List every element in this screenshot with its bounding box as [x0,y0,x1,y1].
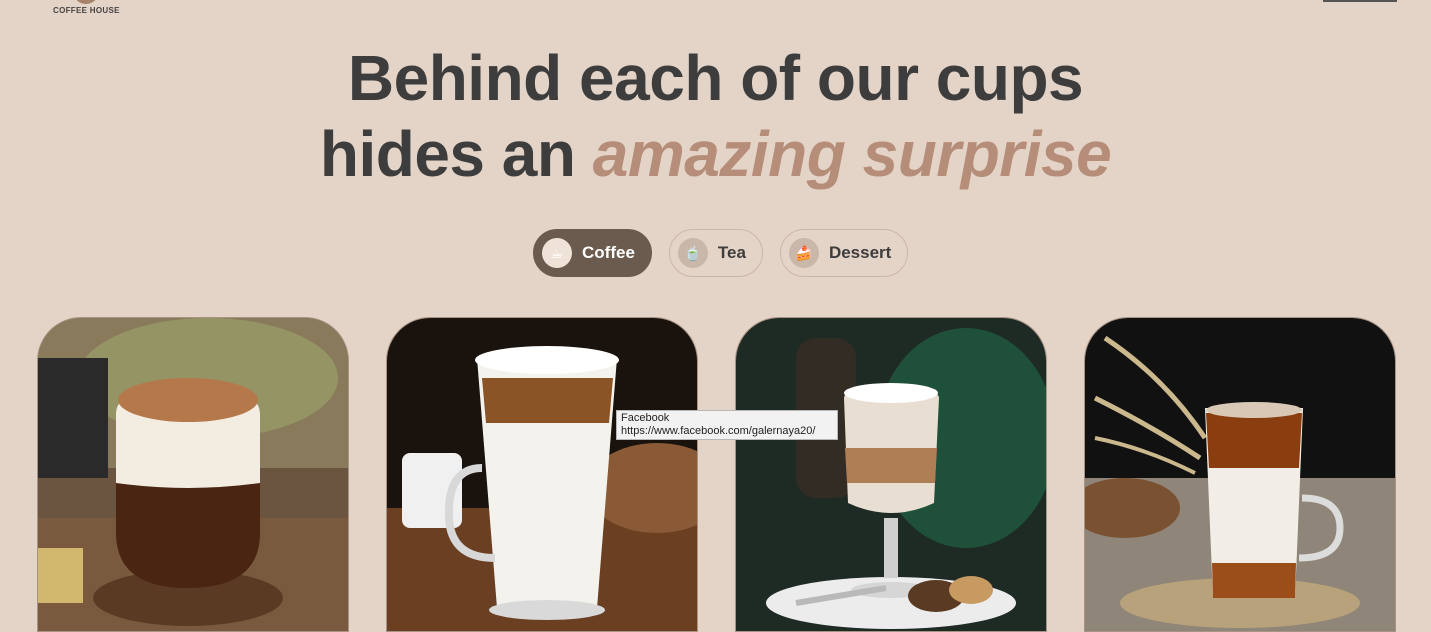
macchiato-photo [736,318,1046,631]
tooltip-title: Facebook [621,412,670,424]
product-card[interactable] [37,317,349,632]
tab-tea[interactable]: 🍵 Tea [668,229,763,277]
page: COFFEE HOUSE Behind each of our cups hid… [0,0,1431,632]
menu-button-underline[interactable] [1323,0,1397,2]
logo-cup-icon [73,0,99,4]
tab-coffee[interactable]: ☕ Coffee [533,229,652,277]
tab-label: Coffee [582,243,635,262]
cake-icon: 🍰 [788,238,819,268]
hero-heading: Behind each of our cups hides an amazing… [0,40,1431,192]
latte-photo [387,318,697,631]
product-card[interactable] [735,317,1047,632]
hero-accent-text: amazing surprise [592,118,1112,190]
category-tabs: ☕ Coffee 🍵 Tea 🍰 Dessert [533,229,909,277]
tab-label: Tea [717,243,746,262]
tooltip-url: https://www.facebook.com/galernaya20/ [621,425,816,437]
tab-label: Dessert [828,243,892,262]
iced-latte-photo [1085,318,1395,631]
logo[interactable]: COFFEE HOUSE [52,0,122,16]
logo-text: COFFEE HOUSE [53,6,120,15]
product-card[interactable] [386,317,698,632]
tab-dessert[interactable]: 🍰 Dessert [779,229,909,277]
coffee-photo [38,318,348,631]
hero-line-2: hides an [319,118,576,190]
hero-line-1: Behind each of our cups [347,42,1084,114]
teapot-icon: 🍵 [677,238,708,268]
link-tooltip: Facebook https://www.facebook.com/galern… [616,410,838,440]
product-card[interactable] [1084,317,1396,632]
coffee-cup-icon: ☕ [542,238,572,268]
